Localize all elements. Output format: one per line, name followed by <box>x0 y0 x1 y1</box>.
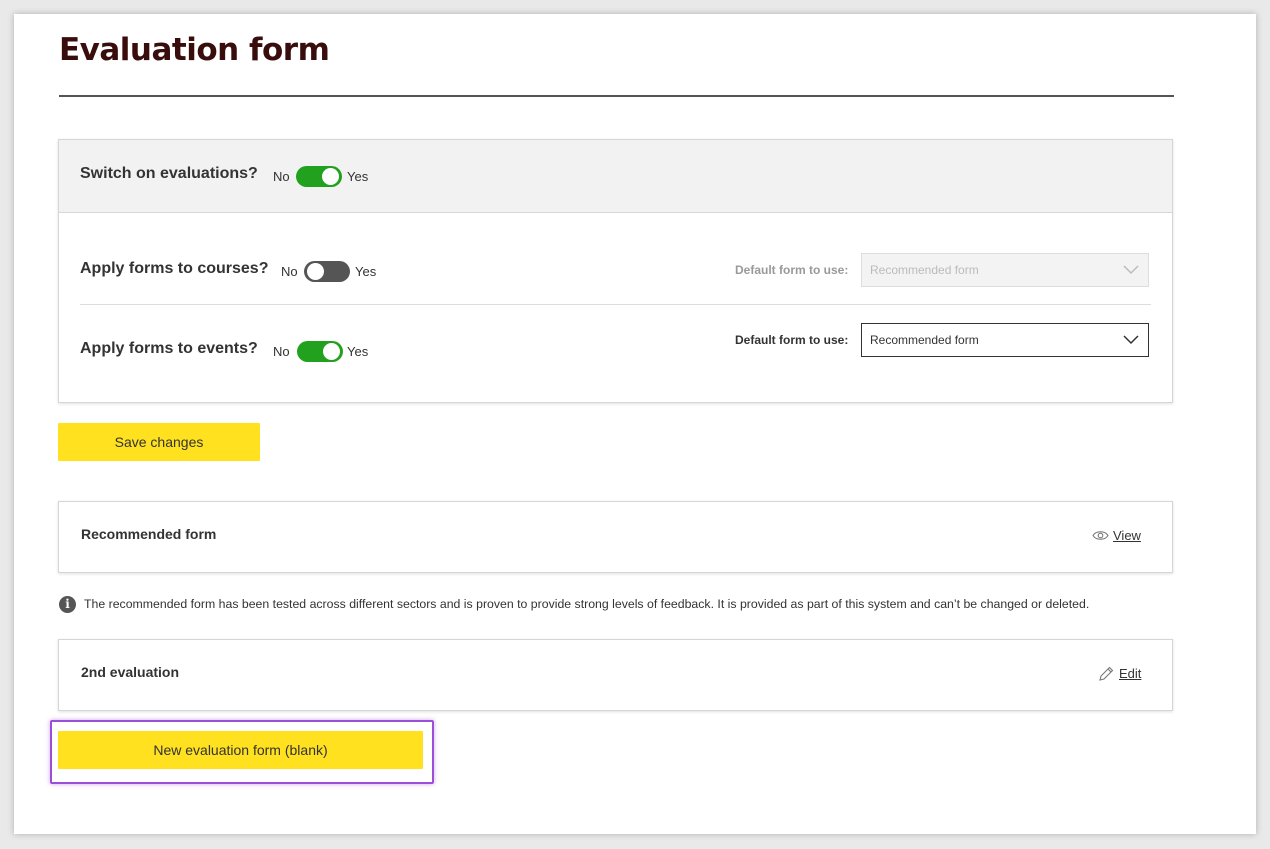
page-title: Evaluation form <box>59 32 330 68</box>
events-default-form-label: Default form to use: <box>735 333 849 347</box>
events-yes-label: Yes <box>347 344 369 359</box>
row-divider <box>80 304 1151 305</box>
pencil-icon <box>1099 666 1114 681</box>
toggle-knob <box>323 343 340 360</box>
courses-no-label: No <box>281 264 298 279</box>
title-divider <box>59 95 1174 97</box>
events-no-label: No <box>273 344 290 359</box>
switch-on-evaluations-label: Switch on evaluations? <box>80 165 258 182</box>
courses-default-form-label: Default form to use: <box>735 263 849 277</box>
courses-default-form-select[interactable]: Recommended form <box>861 253 1149 287</box>
eye-icon <box>1092 531 1109 540</box>
form-card-recommended: Recommended form View <box>58 501 1173 573</box>
apply-to-events-toggle[interactable] <box>297 341 343 362</box>
apply-to-events-label: Apply forms to events? <box>80 340 258 357</box>
new-evaluation-form-button[interactable]: New evaluation form (blank) <box>58 731 423 769</box>
switch-on-yes-label: Yes <box>347 169 369 184</box>
courses-default-form-value: Recommended form <box>870 263 979 277</box>
apply-to-courses-toggle[interactable] <box>304 261 350 282</box>
toggle-knob <box>307 263 324 280</box>
edit-form-link[interactable]: Edit <box>1119 666 1141 681</box>
evaluation-settings-card: Switch on evaluations? No Yes Apply form… <box>58 139 1173 403</box>
save-changes-button[interactable]: Save changes <box>58 423 260 461</box>
switch-on-no-label: No <box>273 169 290 184</box>
events-default-form-select[interactable]: Recommended form <box>861 323 1149 357</box>
events-default-form-value: Recommended form <box>870 333 979 347</box>
view-form-link[interactable]: View <box>1113 528 1141 543</box>
form-card-2nd-evaluation: 2nd evaluation Edit <box>58 639 1173 711</box>
chevron-down-icon <box>1123 335 1139 345</box>
apply-to-courses-label: Apply forms to courses? <box>80 260 269 277</box>
toggle-knob <box>322 168 339 185</box>
form-name: 2nd evaluation <box>81 664 180 680</box>
info-icon: i <box>59 596 76 613</box>
form-name: Recommended form <box>81 526 217 542</box>
switch-on-evaluations-toggle[interactable] <box>296 166 342 187</box>
switch-on-evaluations-row: Switch on evaluations? No Yes <box>59 140 1172 213</box>
courses-yes-label: Yes <box>355 264 377 279</box>
chevron-down-icon <box>1123 265 1139 275</box>
evaluation-form-page: Evaluation form Switch on evaluations? N… <box>14 14 1256 834</box>
info-note: The recommended form has been tested acr… <box>84 597 1090 611</box>
